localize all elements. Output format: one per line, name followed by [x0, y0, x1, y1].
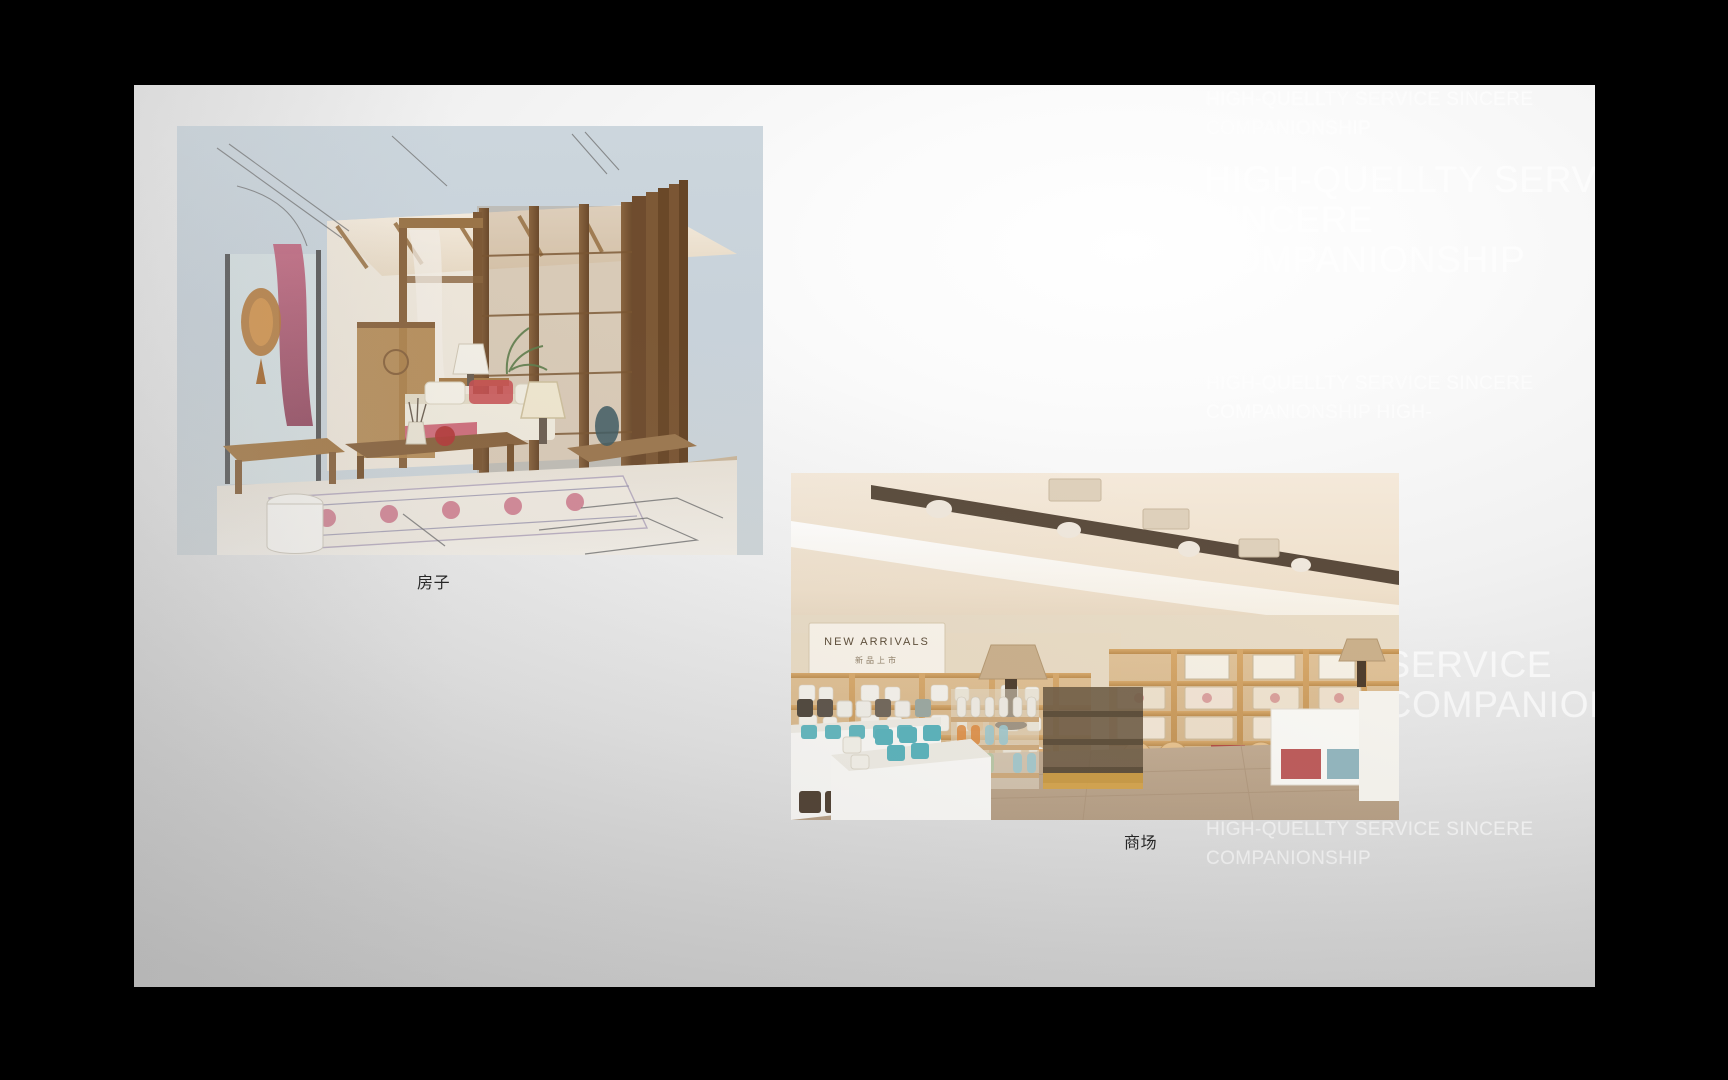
mall-photo-illustration: NEW ARRIVALS 新品上市 — [791, 473, 1399, 820]
caption-mall: 商场 — [1124, 835, 1158, 852]
svg-text:NEW ARRIVALS: NEW ARRIVALS — [824, 636, 930, 648]
watermark-text-bottom: HIGH-QUELLTY SERVICE SINCERE COMPANIONSH… — [1206, 819, 1540, 870]
caption-house: 房子 — [417, 575, 451, 592]
house-sketch-illustration — [177, 126, 763, 555]
slideshow-viewer[interactable]: HIGH-QUELLTY SERVICE SINCERE COMPANIONSH… — [0, 0, 1728, 1080]
watermark-text-middle: HIGH-QUELLTY SERVICE SINCERE COMPANIONSH… — [1206, 373, 1540, 423]
watermark-text-top: HIGH-QUELLTY SERVICE SINCERE COMPANIONSH… — [1206, 89, 1540, 140]
svg-text:新品上市: 新品上市 — [855, 655, 899, 665]
image-mall-photo[interactable]: NEW ARRIVALS 新品上市 — [791, 473, 1399, 820]
slide-canvas[interactable]: HIGH-QUELLTY SERVICE SINCERE COMPANIONSH… — [134, 85, 1595, 987]
watermark-text-large: HIGH-QUELLTY SERVICE SINCERE COMPANIONSH… — [1204, 159, 1595, 280]
image-house-sketch[interactable] — [177, 126, 763, 555]
